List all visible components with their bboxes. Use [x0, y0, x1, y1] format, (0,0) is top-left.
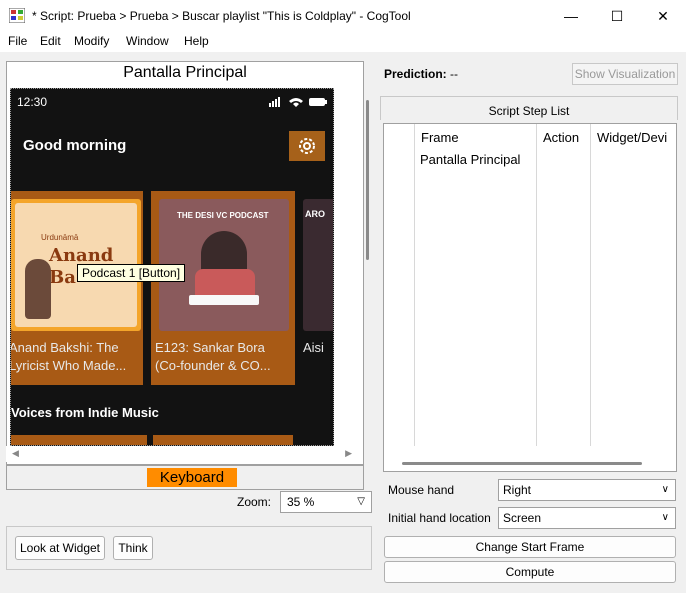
podcast-card-1[interactable]: Urdunāmā Anand Ba Anand Bakshi: The Lyri… — [11, 191, 143, 385]
frame-panel: Pantalla Principal 12:30 Good morning Ur… — [6, 61, 364, 465]
keyboard-button[interactable]: Keyboard — [147, 468, 237, 487]
podcast-3-art-text1: ARO — [305, 209, 325, 219]
menu-bar: File Edit Modify Window Help — [0, 32, 686, 52]
podcast-2-art-text1: THE DESI VC PODCAST — [177, 211, 269, 220]
podcast-3-caption-line1: Aisi — [303, 340, 324, 355]
chevron-down-icon: ▽ — [357, 496, 365, 507]
menu-modify[interactable]: Modify — [74, 34, 109, 48]
change-start-frame-button[interactable]: Change Start Frame — [384, 536, 676, 558]
column-action: Action — [536, 124, 590, 446]
prediction-label: Prediction: — [384, 67, 447, 81]
minimize-button[interactable]: — — [548, 0, 594, 32]
row-frame-cell: Pantalla Principal — [420, 152, 521, 167]
podcast-2-caption-line1: E123: Sankar Bora — [155, 340, 265, 355]
podcast-1-art-text3: Ba — [49, 267, 76, 288]
think-button[interactable]: Think — [113, 536, 153, 560]
indie-card-2[interactable] — [153, 435, 293, 445]
maximize-icon: ☐ — [610, 7, 624, 24]
zoom-select[interactable]: 35 % ▽ — [280, 491, 372, 513]
menu-file[interactable]: File — [8, 34, 27, 48]
status-time: 12:30 — [17, 95, 48, 109]
column-widget: Widget/Devi — [590, 124, 676, 446]
script-step-list-title: Script Step List — [380, 96, 678, 120]
mouse-hand-select[interactable]: Right ∨ — [498, 479, 676, 501]
podcast-2-caption-line2: (Co-founder & CO... — [155, 358, 271, 373]
step-table-horizontal-scrollbar[interactable] — [402, 462, 642, 465]
scroll-left-icon[interactable]: ◀ — [12, 448, 19, 459]
compute-button[interactable]: Compute — [384, 561, 676, 583]
minimize-icon: — — [564, 8, 578, 24]
maximize-button[interactable]: ☐ — [594, 0, 640, 32]
frame-horizontal-scrollbar[interactable]: ◀ ▶ — [6, 446, 358, 462]
widget-tooltip: Podcast 1 [Button] — [77, 264, 186, 282]
chevron-down-icon: ∨ — [661, 484, 669, 495]
initial-hand-location-value: Screen — [503, 511, 542, 525]
scroll-right-icon[interactable]: ▶ — [345, 448, 352, 459]
initial-hand-location-select[interactable]: Screen ∨ — [498, 507, 676, 529]
show-visualization-button[interactable]: Show Visualization — [572, 63, 678, 85]
keyboard-bar: Keyboard — [6, 465, 364, 490]
podcast-1-caption-line1: Anand Bakshi: The — [10, 340, 119, 355]
chevron-down-icon: ∨ — [661, 512, 669, 523]
settings-button[interactable] — [289, 131, 325, 161]
zoom-label: Zoom: — [237, 495, 272, 509]
app-icon — [9, 8, 25, 23]
podcast-1-art-text2: Anand — [49, 245, 114, 266]
initial-hand-location-label: Initial hand location — [388, 511, 491, 525]
podcast-3-artwork: ARO — [303, 199, 333, 331]
column-header-widget[interactable]: Widget/Devi — [597, 130, 667, 145]
gear-icon — [299, 138, 315, 154]
podcast-card-2[interactable]: THE DESI VC PODCAST E123: Sankar Bora (C… — [151, 191, 295, 385]
menu-help[interactable]: Help — [184, 34, 209, 48]
greeting: Good morning — [23, 137, 127, 154]
look-at-widget-button[interactable]: Look at Widget — [15, 536, 105, 560]
column-header-frame[interactable]: Frame — [421, 130, 459, 145]
column-frame: Frame — [414, 124, 536, 446]
indie-card-1[interactable] — [11, 435, 147, 445]
frame-vertical-scrollbar[interactable] — [364, 100, 372, 260]
podcast-1-caption-line2: Lyricist Who Made... — [10, 358, 127, 373]
close-icon: ✕ — [657, 7, 669, 24]
title-bar: * Script: Prueba > Prueba > Buscar playl… — [0, 0, 686, 32]
section-title: Voices from Indie Music — [11, 405, 159, 420]
zoom-value: 35 % — [287, 495, 315, 509]
menu-window[interactable]: Window — [126, 34, 169, 48]
widget-actions-group: Look at Widget Think — [6, 526, 372, 570]
column-header-action[interactable]: Action — [543, 130, 579, 145]
menu-edit[interactable]: Edit — [40, 34, 61, 48]
window-title: * Script: Prueba > Prueba > Buscar playl… — [32, 9, 411, 23]
prediction-value: -- — [450, 67, 458, 81]
mouse-hand-label: Mouse hand — [388, 483, 455, 497]
mouse-hand-value: Right — [503, 483, 532, 497]
close-button[interactable]: ✕ — [640, 0, 686, 32]
podcast-1-art-text1: Urdunāmā — [41, 233, 79, 242]
script-step-table[interactable]: Frame Action Widget/Devi Pantalla Princi… — [383, 123, 677, 472]
frame-title: Pantalla Principal — [123, 64, 247, 81]
podcast-card-3[interactable]: ARO Aisi — [301, 191, 333, 385]
status-icons — [269, 97, 327, 107]
